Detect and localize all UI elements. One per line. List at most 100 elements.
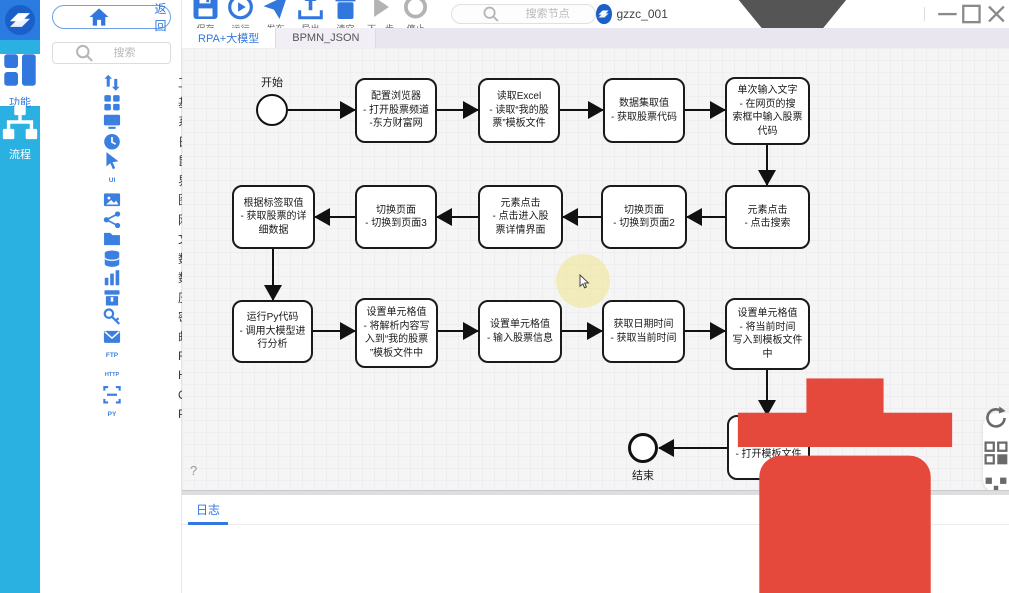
username: gzzc_001 bbox=[617, 7, 668, 21]
mail-icon bbox=[51, 327, 173, 347]
category-tools[interactable]: 工具 bbox=[40, 73, 181, 93]
archive-icon bbox=[51, 288, 173, 308]
flow-icon bbox=[0, 102, 40, 142]
bar-chart-icon bbox=[51, 268, 173, 288]
export-icon bbox=[293, 0, 328, 21]
database-icon bbox=[51, 249, 173, 269]
save-button[interactable]: 保存 bbox=[188, 0, 223, 28]
rail-nav: 功能流程 bbox=[0, 54, 40, 158]
flow-node-configure-browser[interactable]: 配置浏览器- 打开股票频道-东方财富网 bbox=[355, 78, 437, 143]
flow-node-input-text-once[interactable]: 单次输入文字- 在网页的搜索框中输入股票代码 bbox=[725, 77, 810, 145]
left-rail: 功能流程 bbox=[0, 0, 40, 593]
rail-item-label: 流程 bbox=[9, 146, 31, 162]
next-step-icon bbox=[363, 0, 398, 21]
clock-icon bbox=[51, 132, 173, 152]
category-python[interactable]: PYPython bbox=[40, 405, 181, 425]
flow-node-run-py-code[interactable]: 运行Py代码- 调用大模型进行分析 bbox=[232, 300, 313, 363]
publish-icon bbox=[258, 0, 293, 21]
run-button[interactable]: 运行 bbox=[223, 0, 258, 28]
grid-icon bbox=[51, 93, 173, 113]
sidebar-search-input[interactable] bbox=[114, 47, 165, 59]
flow-node-set-cell-parsed[interactable]: 设置单元格值- 将解析内容写入到“我的股票”模板文件中 bbox=[355, 298, 438, 368]
tool-icon bbox=[51, 73, 173, 93]
flow-node-click-stock-detail[interactable]: 元素点击- 点击进入股票详情界面 bbox=[478, 185, 563, 249]
category-ui-automation[interactable]: UI界面自动化 bbox=[40, 171, 181, 191]
main-area: 保存运行发布导出清空下一步停止 gzzc_001 RPA+大模型BPMN_JSO… bbox=[182, 0, 1009, 593]
user-avatar bbox=[596, 4, 611, 24]
category-file[interactable]: 文件 bbox=[40, 229, 181, 249]
function-icon bbox=[0, 50, 40, 90]
app-window: 功能流程 返回 工具基本系统日期时间鼠标和键盘UI界面自动化图像定位网页自动化文… bbox=[0, 0, 1009, 593]
app-logo[interactable] bbox=[0, 0, 40, 40]
category-http[interactable]: HTTPHTTP bbox=[40, 366, 181, 386]
category-mouse-keyboard[interactable]: 鼠标和键盘 bbox=[40, 151, 181, 171]
maximize-button[interactable] bbox=[959, 0, 984, 28]
sidebar-search bbox=[52, 42, 171, 64]
flow-node-set-cell-stock-info[interactable]: 设置单元格值- 输入股票信息 bbox=[478, 300, 562, 363]
category-web-automation[interactable]: 网页自动化 bbox=[40, 210, 181, 230]
category-database[interactable]: 数据库 bbox=[40, 249, 181, 269]
category-data-processing[interactable]: 数据处理 bbox=[40, 268, 181, 288]
minimize-button[interactable] bbox=[935, 0, 960, 28]
tab-list: RPA+大模型BPMN_JSON bbox=[182, 28, 376, 48]
key-icon bbox=[51, 307, 173, 327]
rail-item-functions[interactable]: 功能 bbox=[0, 54, 40, 106]
category-ftp[interactable]: FTPFTP bbox=[40, 346, 181, 366]
next-step-button[interactable]: 下一步 bbox=[363, 0, 398, 28]
category-compression[interactable]: 压缩 bbox=[40, 288, 181, 308]
start-event[interactable] bbox=[256, 94, 288, 126]
app-logo-icon bbox=[5, 5, 35, 35]
flow-node-click-search[interactable]: 元素点击- 点击搜索 bbox=[725, 185, 810, 249]
category-datetime[interactable]: 日期时间 bbox=[40, 132, 181, 152]
ocr-icon bbox=[51, 385, 173, 405]
python-text-icon: PY bbox=[51, 405, 173, 425]
flow-node-switch-page-2[interactable]: 切换页面- 切换到页面2 bbox=[601, 185, 687, 249]
clear-log-button[interactable] bbox=[695, 357, 995, 593]
clear-button[interactable]: 清空 bbox=[328, 0, 363, 28]
folder-icon bbox=[51, 229, 173, 249]
save-icon bbox=[188, 0, 223, 21]
trash-icon bbox=[695, 357, 995, 593]
category-image-locate[interactable]: 图像定位 bbox=[40, 190, 181, 210]
toolbar-actions: 保存运行发布导出清空下一步停止 bbox=[182, 0, 433, 28]
node-search-input[interactable] bbox=[526, 8, 588, 20]
tab-log[interactable]: 日志 bbox=[196, 495, 220, 525]
search-icon bbox=[460, 5, 522, 23]
flow-node-dataset-get-value[interactable]: 数据集取值- 获取股票代码 bbox=[603, 78, 685, 143]
category-ocr[interactable]: OCR bbox=[40, 385, 181, 405]
log-panel: 日志 bbox=[182, 490, 1009, 593]
help-button[interactable]: ? bbox=[190, 463, 197, 478]
category-mail[interactable]: 邮件 bbox=[40, 327, 181, 347]
flow-node-read-excel[interactable]: 读取Excel- 读取“我的股票”模板文件 bbox=[478, 78, 560, 143]
ftp-text-icon: FTP bbox=[51, 346, 173, 366]
minimize-icon bbox=[935, 0, 960, 28]
http-text-icon: HTTP bbox=[51, 366, 173, 386]
category-system[interactable]: 系统 bbox=[40, 112, 181, 132]
cursor-icon bbox=[51, 151, 173, 171]
toolbar: 保存运行发布导出清空下一步停止 gzzc_001 bbox=[182, 0, 1009, 28]
mouse-cursor bbox=[576, 274, 592, 290]
flow-node-switch-page-3[interactable]: 切换页面- 切换到页面3 bbox=[355, 185, 437, 249]
flow-node-get-value-by-tag[interactable]: 根据标签取值- 获取股票的详细数据 bbox=[232, 185, 315, 249]
tab-rpa-model[interactable]: RPA+大模型 bbox=[182, 28, 276, 48]
end-event[interactable] bbox=[628, 433, 658, 463]
close-button[interactable] bbox=[984, 0, 1009, 28]
category-secret-key[interactable]: 密钥 bbox=[40, 307, 181, 327]
tab-bar: RPA+大模型BPMN_JSON bbox=[182, 28, 1009, 48]
log-tab-bar: 日志 bbox=[182, 495, 1009, 525]
category-basic[interactable]: 基本 bbox=[40, 93, 181, 113]
publish-button[interactable]: 发布 bbox=[258, 0, 293, 28]
clear-icon bbox=[328, 0, 363, 21]
rail-item-flow[interactable]: 流程 bbox=[0, 106, 40, 158]
sidebar: 返回 工具基本系统日期时间鼠标和键盘UI界面自动化图像定位网页自动化文件数据库数… bbox=[40, 0, 182, 593]
back-button-label: 返回 bbox=[151, 0, 170, 34]
tab-bpmn-json[interactable]: BPMN_JSON bbox=[276, 28, 376, 48]
close-icon bbox=[984, 0, 1009, 28]
flow-node-get-datetime[interactable]: 获取日期时间- 获取当前时间 bbox=[602, 300, 685, 363]
home-icon bbox=[53, 6, 145, 28]
start-event-label: 开始 bbox=[252, 74, 292, 90]
export-button[interactable]: 导出 bbox=[293, 0, 328, 28]
search-icon bbox=[59, 43, 110, 63]
back-button[interactable]: 返回 bbox=[52, 5, 171, 29]
stop-button[interactable]: 停止 bbox=[398, 0, 433, 28]
